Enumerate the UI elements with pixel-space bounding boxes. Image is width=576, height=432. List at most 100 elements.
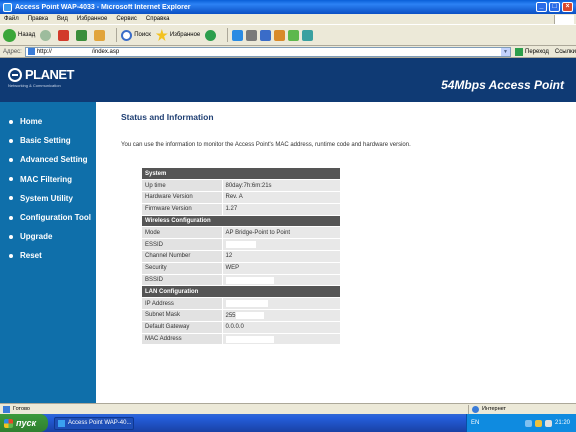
bullet-icon — [9, 119, 13, 124]
windows-flag-icon — [4, 418, 13, 428]
taskbar-item-browser[interactable]: Access Point WAP-40... — [54, 416, 134, 430]
redacted-value — [235, 311, 264, 319]
menu-favorites[interactable]: Избранное — [77, 16, 107, 22]
forward-button[interactable] — [40, 29, 53, 41]
section-header-wireless: Wireless Configuration — [142, 215, 340, 228]
table-row: Security WEP — [142, 262, 340, 275]
minimize-button[interactable]: _ — [536, 2, 547, 12]
refresh-icon — [76, 29, 88, 41]
window-title: Access Point WAP-4033 - Microsoft Intern… — [15, 3, 191, 11]
planet-logo: PLANET Networking & Communication — [8, 67, 75, 88]
close-button[interactable]: × — [562, 2, 573, 12]
menu-bar: Файл Правка Вид Избранное Сервис Справка — [0, 14, 576, 24]
tray-app-icon[interactable] — [534, 419, 542, 427]
back-arrow-icon — [3, 28, 16, 42]
start-button[interactable]: пуск — [0, 414, 48, 432]
bullet-icon — [9, 138, 13, 143]
sidebar-item-advanced-setting[interactable]: Advanced Setting — [0, 150, 96, 169]
edit-icon[interactable] — [260, 29, 272, 41]
row-label: ESSID — [142, 238, 222, 252]
row-value — [221, 274, 340, 287]
volume-icon[interactable] — [544, 419, 552, 427]
globe-icon — [472, 405, 479, 413]
address-bar: Адрес: http:// /index.asp ▼ Переход Ссыл… — [0, 46, 576, 58]
sidebar-item-mac-filtering[interactable]: MAC Filtering — [0, 170, 96, 189]
home-button[interactable] — [94, 29, 107, 41]
search-label: Поиск — [134, 32, 151, 38]
language-indicator[interactable]: EN — [471, 420, 479, 426]
main-content: Status and Information You can use the i… — [96, 102, 576, 403]
go-button[interactable]: Переход — [515, 47, 549, 56]
menu-help[interactable]: Справка — [146, 16, 170, 22]
page-description: You can use the information to monitor t… — [121, 142, 411, 148]
redacted-value — [225, 335, 274, 343]
section-title: System — [142, 168, 340, 181]
research-icon[interactable] — [302, 29, 314, 41]
sidebar-item-upgrade[interactable]: Upgrade — [0, 227, 96, 246]
row-label: Channel Number — [142, 250, 222, 263]
discuss-icon[interactable] — [274, 29, 286, 41]
table-row: ESSID — [142, 238, 340, 252]
row-label: Security — [142, 262, 222, 275]
zone-label: Интернет — [482, 406, 506, 412]
sidebar-item-home[interactable]: Home — [0, 112, 96, 131]
print-icon[interactable] — [246, 29, 258, 41]
sidebar-item-label: Advanced Setting — [20, 155, 88, 165]
go-label: Переход — [525, 48, 549, 55]
row-label: IP Address — [142, 297, 222, 311]
network-icon[interactable] — [524, 419, 532, 427]
taskbar: пуск Access Point WAP-40... EN 21:20 — [0, 414, 576, 432]
sidebar-item-label: System Utility — [20, 193, 73, 203]
back-button[interactable]: Назад — [3, 28, 36, 42]
favorites-label: Избранное — [169, 32, 201, 38]
back-label: Назад — [18, 32, 36, 38]
media-button[interactable] — [205, 29, 218, 41]
page-icon — [3, 405, 10, 413]
logo-text: PLANET — [25, 67, 75, 82]
windows-logo-icon — [554, 14, 574, 24]
row-label: Mode — [142, 226, 222, 240]
refresh-button[interactable] — [76, 29, 89, 41]
sidebar-item-label: Basic Setting — [20, 136, 71, 146]
menu-tools[interactable]: Сервис — [116, 16, 137, 22]
bullet-icon — [9, 234, 13, 239]
bullet-icon — [9, 157, 13, 162]
stop-button[interactable] — [58, 29, 71, 41]
planet-globe-icon — [8, 67, 22, 82]
row-label: Firmware Version — [142, 203, 222, 216]
start-label: пуск — [16, 418, 37, 428]
mail-icon[interactable] — [232, 29, 244, 41]
links-button[interactable]: Ссылки — [555, 49, 576, 55]
table-row: BSSID — [142, 274, 340, 287]
maximize-button[interactable]: □ — [549, 2, 560, 12]
menu-view[interactable]: Вид — [57, 16, 68, 22]
security-zone: Интернет — [468, 404, 568, 414]
taskbar-item-label: Access Point WAP-40... — [68, 420, 132, 426]
row-label: Subnet Mask — [142, 309, 222, 322]
sidebar-item-system-utility[interactable]: System Utility — [0, 189, 96, 208]
row-value — [221, 333, 340, 346]
toolbar-separator — [116, 28, 118, 42]
messenger-icon[interactable] — [288, 29, 300, 41]
row-label: Up time — [142, 179, 222, 193]
clock[interactable]: 21:20 — [555, 420, 570, 426]
url-prefix: http:// — [36, 48, 52, 55]
search-button[interactable]: Поиск — [121, 29, 151, 41]
favorites-button[interactable]: Избранное — [155, 29, 201, 41]
address-input[interactable]: http:// /index.asp ▼ — [24, 46, 512, 57]
section-title: LAN Configuration — [142, 285, 340, 299]
table-row: IP Address — [142, 297, 340, 311]
menu-file[interactable]: Файл — [4, 16, 19, 22]
address-dropdown-icon[interactable]: ▼ — [501, 47, 511, 56]
sidebar-item-basic-setting[interactable]: Basic Setting — [0, 131, 96, 150]
sidebar-item-configuration-tool[interactable]: Configuration Tool — [0, 208, 96, 227]
row-value: AP Bridge-Point to Point — [221, 226, 340, 240]
url-path: /index.asp — [91, 48, 120, 55]
page-header: PLANET Networking & Communication 54Mbps… — [0, 58, 576, 102]
sidebar-item-reset[interactable]: Reset — [0, 246, 96, 265]
bullet-icon — [9, 253, 13, 258]
row-label: Hardware Version — [142, 191, 222, 204]
menu-edit[interactable]: Правка — [28, 16, 48, 22]
web-page: PLANET Networking & Communication 54Mbps… — [0, 58, 576, 403]
sidebar-item-label: Home — [20, 117, 43, 127]
